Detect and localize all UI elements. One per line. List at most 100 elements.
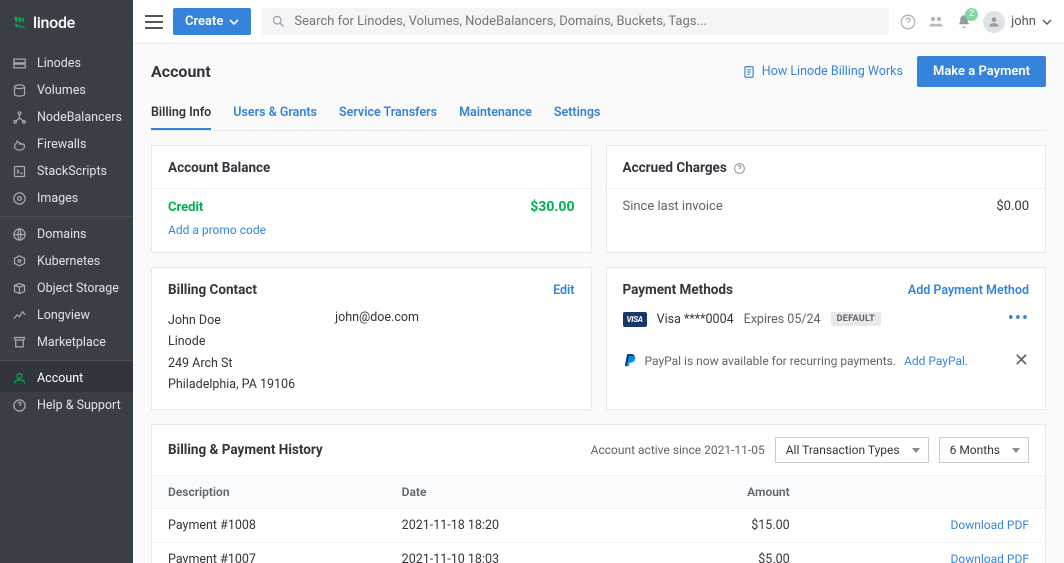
history-since: Account active since 2021-11-05 <box>591 443 765 457</box>
cell-date: 2021-11-10 18:03 <box>386 543 638 563</box>
sidebar-item-stackscripts[interactable]: StackScripts <box>0 158 133 185</box>
download-pdf-link[interactable]: Download PDF <box>951 552 1029 563</box>
menu-toggle-icon[interactable] <box>145 15 163 29</box>
cell-description: Payment #1008 <box>152 509 386 543</box>
contact-citystate: Philadelphia, PA 19106 <box>168 374 295 395</box>
stackscripts-icon <box>12 164 27 179</box>
create-button[interactable]: Create <box>173 8 251 35</box>
help-icon[interactable] <box>899 13 917 31</box>
cell-description: Payment #1007 <box>152 543 386 563</box>
col-date: Date <box>386 476 638 509</box>
close-icon[interactable]: ✕ <box>1014 352 1029 370</box>
nodebalancers-icon <box>12 110 27 125</box>
tab-maintenance[interactable]: Maintenance <box>459 97 532 130</box>
sidebar-item-help-support[interactable]: Help & Support <box>0 392 133 419</box>
contact-email: john@doe.com <box>335 310 419 395</box>
notifications-badge: 2 <box>965 8 978 21</box>
add-payment-method-link[interactable]: Add Payment Method <box>908 283 1029 298</box>
col-description: Description <box>152 476 386 509</box>
visa-icon: VISA <box>623 312 647 327</box>
accrued-card: Accrued Charges Since last invoice $0.00 <box>606 145 1047 253</box>
billing-contact-card: Billing Contact Edit John Doe Linode 249… <box>151 267 592 410</box>
card-number: Visa ****0004 <box>657 312 734 327</box>
docs-link[interactable]: How Linode Billing Works <box>742 64 903 79</box>
linode-logo-icon <box>12 15 27 30</box>
payment-title: Payment Methods <box>623 282 733 298</box>
longview-icon <box>12 308 27 323</box>
payment-actions-icon[interactable]: ••• <box>1008 310 1029 328</box>
sidebar-item-account[interactable]: Account <box>0 360 133 392</box>
accrued-title: Accrued Charges <box>623 160 1030 176</box>
sidebar-item-marketplace[interactable]: Marketplace <box>0 329 133 356</box>
payment-methods-card: Payment Methods Add Payment Method VISA … <box>606 267 1047 410</box>
paypal-icon <box>623 353 637 369</box>
chevron-down-icon <box>229 17 239 27</box>
payment-method-row: VISA Visa ****0004 Expires 05/24 DEFAULT… <box>623 310 1030 328</box>
tab-settings[interactable]: Settings <box>554 97 601 130</box>
chevron-down-icon <box>1042 17 1052 27</box>
history-title: Billing & Payment History <box>168 442 581 458</box>
linodes-icon <box>12 56 27 71</box>
accrued-amount: $0.00 <box>996 199 1029 214</box>
contact-street: 249 Arch St <box>168 353 295 374</box>
notifications-icon[interactable]: 2 <box>955 13 973 31</box>
add-paypal-link[interactable]: Add PayPal. <box>904 354 968 368</box>
help-support-icon <box>12 398 27 413</box>
marketplace-icon <box>12 335 27 350</box>
kubernetes-icon <box>12 254 27 269</box>
page-title: Account <box>151 62 211 81</box>
filter-range-select[interactable]: 6 Months <box>939 437 1029 463</box>
topbar: Create 2 john <box>133 0 1064 44</box>
download-pdf-link[interactable]: Download PDF <box>951 518 1029 532</box>
col-amount: Amount <box>638 476 830 509</box>
sidebar-item-nodebalancers[interactable]: NodeBalancers <box>0 104 133 131</box>
avatar-icon <box>983 11 1005 33</box>
filter-type-select[interactable]: All Transaction Types <box>775 437 929 463</box>
contact-title: Billing Contact <box>168 282 257 298</box>
contact-company: Linode <box>168 331 295 352</box>
balance-card: Account Balance Credit $30.00 Add a prom… <box>151 145 592 253</box>
nav: LinodesVolumesNodeBalancersFirewallsStac… <box>0 44 133 419</box>
user-menu[interactable]: john <box>983 11 1052 33</box>
sidebar-item-firewalls[interactable]: Firewalls <box>0 131 133 158</box>
sidebar-item-kubernetes[interactable]: Kubernetes <box>0 248 133 275</box>
create-label: Create <box>185 14 223 29</box>
contact-name: John Doe <box>168 310 295 331</box>
firewalls-icon <box>12 137 27 152</box>
document-icon <box>742 65 756 79</box>
make-payment-button[interactable]: Make a Payment <box>917 56 1046 87</box>
sidebar-item-images[interactable]: Images <box>0 185 133 212</box>
username: john <box>1011 14 1036 29</box>
sidebar-item-volumes[interactable]: Volumes <box>0 77 133 104</box>
account-icon <box>12 371 27 386</box>
logo-text: linode <box>33 13 75 32</box>
add-promo-link[interactable]: Add a promo code <box>168 223 266 237</box>
history-card: Billing & Payment History Account active… <box>151 424 1046 563</box>
table-row: Payment #10072021-11-10 18:03$5.00 Downlo… <box>152 543 1045 563</box>
sidebar-item-object-storage[interactable]: Object Storage <box>0 275 133 302</box>
info-icon[interactable] <box>733 162 746 175</box>
sidebar-item-longview[interactable]: Longview <box>0 302 133 329</box>
default-chip: DEFAULT <box>831 312 882 326</box>
sidebar-item-linodes[interactable]: Linodes <box>0 50 133 77</box>
domains-icon <box>12 227 27 242</box>
cell-amount: $5.00 <box>638 543 830 563</box>
paypal-banner: PayPal is now available for recurring pa… <box>623 342 1030 370</box>
tab-users-grants[interactable]: Users & Grants <box>233 97 317 130</box>
sidebar: linode LinodesVolumesNodeBalancersFirewa… <box>0 0 133 563</box>
credit-label: Credit <box>168 200 203 215</box>
tab-billing-info[interactable]: Billing Info <box>151 97 211 130</box>
tab-service-transfers[interactable]: Service Transfers <box>339 97 437 130</box>
logo[interactable]: linode <box>0 0 133 44</box>
tabs: Billing Info Users & Grants Service Transf… <box>151 97 1046 131</box>
volumes-icon <box>12 83 27 98</box>
search-input[interactable] <box>294 14 879 29</box>
object-storage-icon <box>12 281 27 296</box>
sidebar-item-domains[interactable]: Domains <box>0 216 133 248</box>
edit-contact-link[interactable]: Edit <box>553 283 574 298</box>
accrued-label: Since last invoice <box>623 199 723 214</box>
credit-amount: $30.00 <box>530 199 574 215</box>
searchbar[interactable] <box>261 8 889 35</box>
community-icon[interactable] <box>927 13 945 31</box>
cell-amount: $15.00 <box>638 509 830 543</box>
